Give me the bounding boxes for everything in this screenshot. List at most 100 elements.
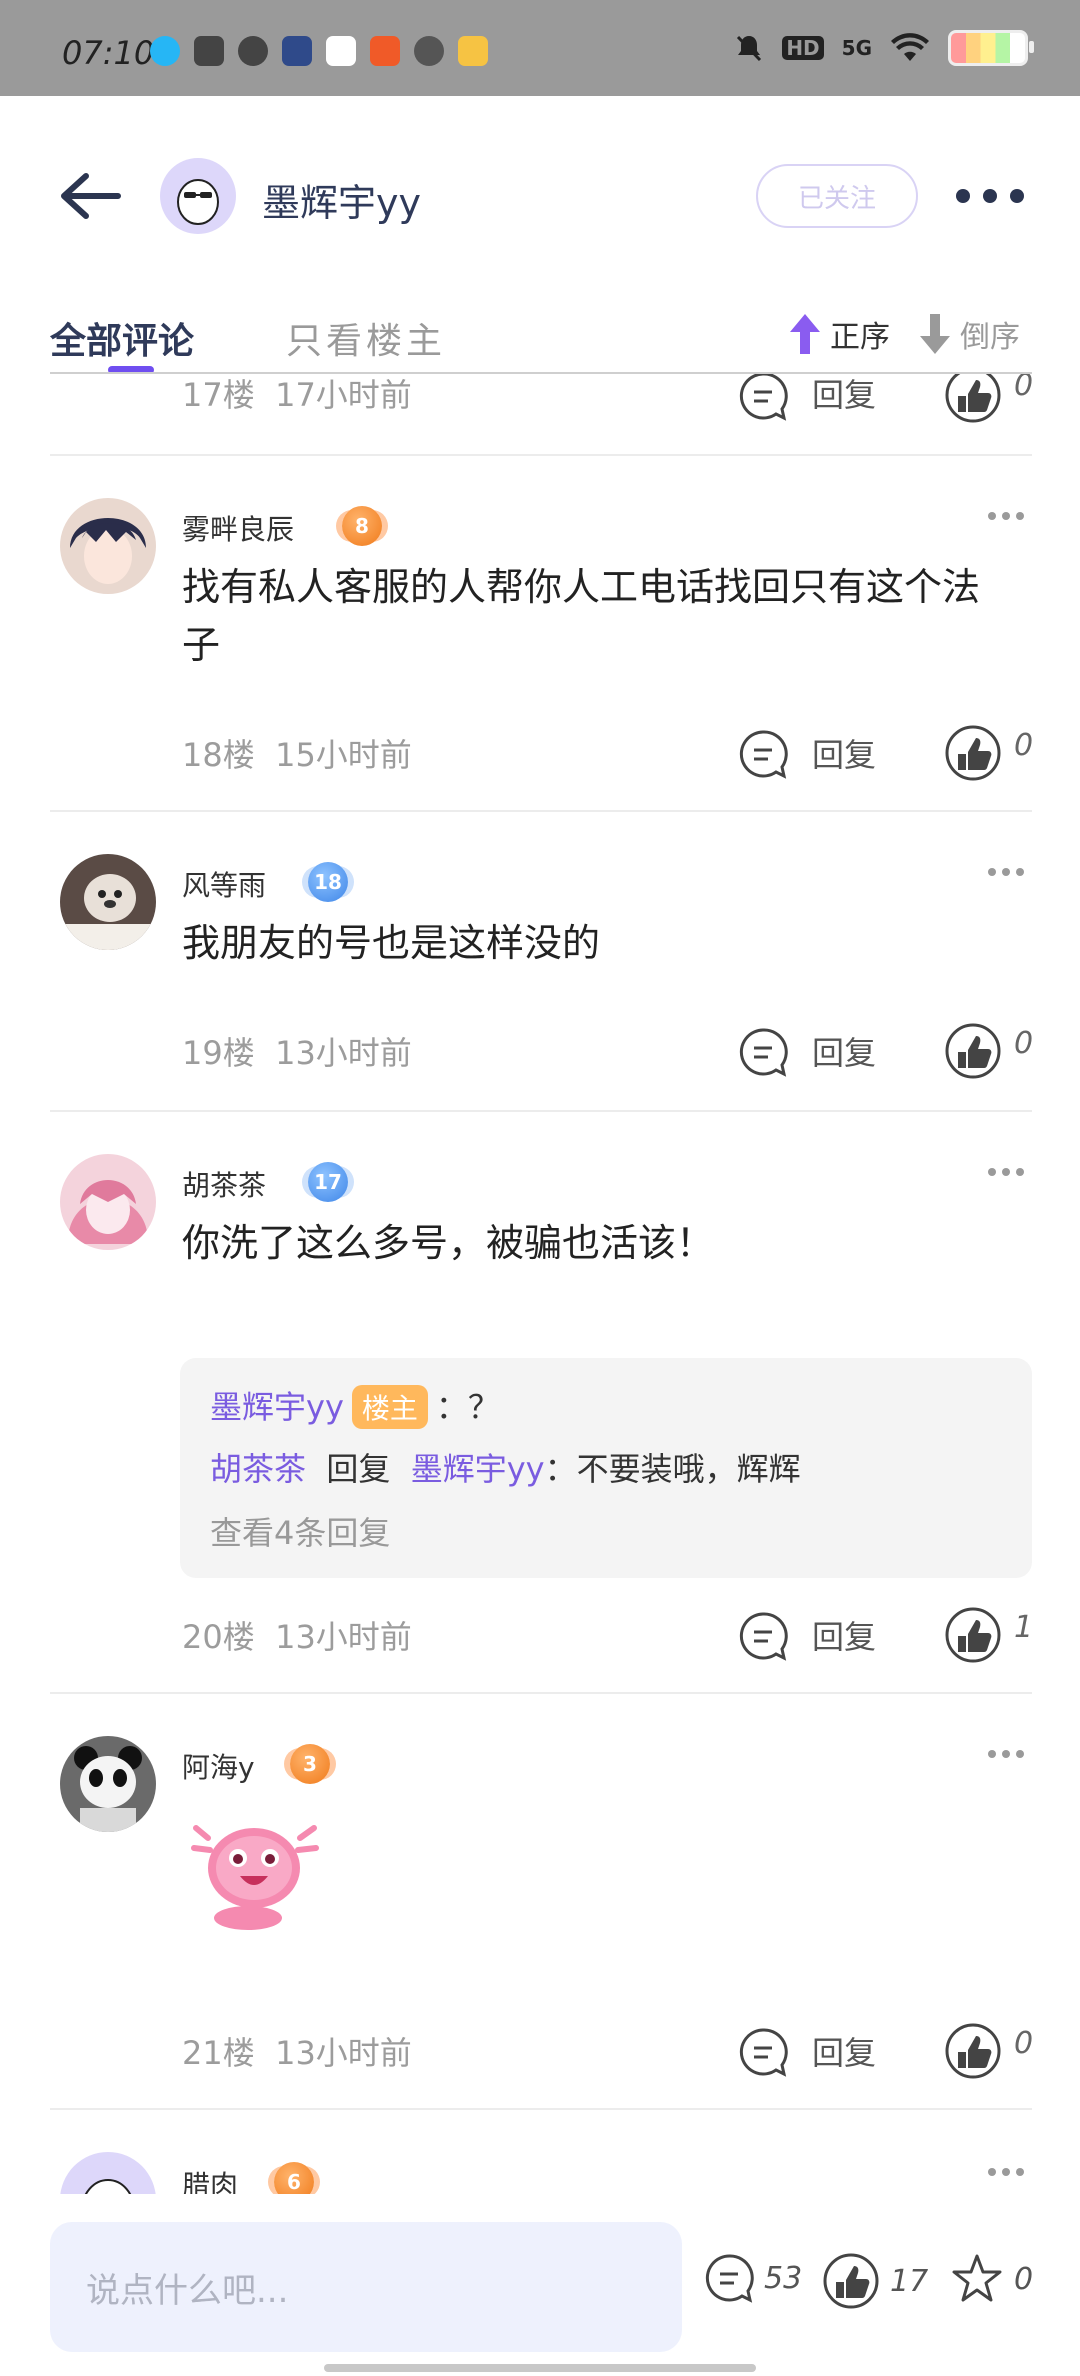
comment-meta: 18楼 15小时前 xyxy=(182,730,412,776)
sub-reply: 胡茶茶 回复 墨辉宇yy：不要装哦，辉辉 xyxy=(210,1444,801,1490)
dog-avatar-icon xyxy=(62,874,154,950)
comment-time: 13小时前 xyxy=(275,1034,412,1072)
comment-icon xyxy=(705,2254,754,2303)
comment-text: 我朋友的号也是这样没的 xyxy=(182,921,601,965)
comment-more-icon[interactable] xyxy=(988,512,1024,520)
wifi-icon xyxy=(891,33,929,61)
reply-button[interactable]: 回复 xyxy=(812,730,876,776)
mute-icon xyxy=(737,35,762,62)
status-time: 07:10 xyxy=(62,34,155,72)
comment-divider xyxy=(50,1110,1032,1112)
back-arrow-icon[interactable] xyxy=(52,166,124,226)
reply-button[interactable]: 回复 xyxy=(812,1612,876,1658)
comment-floor: 17楼 xyxy=(182,376,255,414)
comment-meta: 17楼 17小时前 xyxy=(182,374,412,416)
pink-axolotl-sticker[interactable] xyxy=(188,1798,324,1932)
reply-icon[interactable] xyxy=(738,728,790,780)
author-name[interactable]: 墨辉宇yy xyxy=(262,172,421,227)
level-badge: 18 xyxy=(308,862,348,902)
sort-ascending-button[interactable]: 正序 xyxy=(788,312,890,356)
sub-reply-verb: 回复 xyxy=(326,1450,391,1488)
user-avatar[interactable] xyxy=(60,1154,156,1250)
reply-icon[interactable] xyxy=(738,1610,790,1662)
comment-floor: 19楼 xyxy=(182,1034,255,1072)
app-icon xyxy=(194,36,224,66)
comment-floor: 20楼 xyxy=(182,1618,255,1656)
user-avatar[interactable] xyxy=(60,854,156,950)
user-name[interactable]: 风等雨 xyxy=(182,864,266,904)
signal-icon: 5G xyxy=(841,36,872,60)
reply-button[interactable]: 回复 xyxy=(812,1028,876,1074)
comment-more-icon[interactable] xyxy=(988,1750,1024,1758)
more-options-icon[interactable] xyxy=(956,182,1024,210)
like-count: 0 xyxy=(1014,374,1034,403)
level-badge: 8 xyxy=(342,506,382,546)
arrow-down-icon xyxy=(920,314,950,354)
comment-more-icon[interactable] xyxy=(988,1168,1024,1176)
arrow-up-icon xyxy=(790,314,820,354)
comment-more-icon[interactable] xyxy=(988,868,1024,876)
like-count: 0 xyxy=(1014,728,1034,763)
comment-input[interactable]: 说点什么吧... xyxy=(50,2222,682,2352)
home-indicator[interactable] xyxy=(324,2364,756,2372)
comment-time: 17小时前 xyxy=(275,376,412,414)
comments-count: 53 xyxy=(764,2260,803,2296)
likes-count-button[interactable]: 17 xyxy=(822,2252,928,2310)
user-avatar[interactable] xyxy=(60,1736,156,1832)
ghost-avatar-icon xyxy=(84,2179,132,2194)
user-name[interactable]: 雾畔良辰 xyxy=(182,508,294,548)
comment-divider xyxy=(50,810,1032,812)
tab-all-comments[interactable]: 全部评论 xyxy=(50,312,194,364)
comment-meta: 19楼 13小时前 xyxy=(182,1028,412,1074)
sub-reply-target[interactable]: 墨辉宇yy xyxy=(411,1450,545,1488)
follow-button[interactable]: 已关注 xyxy=(756,164,918,228)
level-badge: 6 xyxy=(274,2162,314,2194)
user-avatar[interactable] xyxy=(60,498,156,594)
comment-tabs: 全部评论 只看楼主 正序 倒序 xyxy=(0,296,1080,374)
comment-more-icon[interactable] xyxy=(988,2168,1024,2176)
comment-text: 你洗了这么多号，被骗也活该！ xyxy=(182,1221,715,1265)
sub-reply: 墨辉宇yy 楼主：？ xyxy=(210,1382,500,1429)
level-badge: 3 xyxy=(290,1744,330,1784)
like-icon xyxy=(823,2253,879,2309)
sort-descending-button[interactable]: 倒序 xyxy=(918,312,1020,356)
user-name[interactable]: 阿海y xyxy=(182,1746,255,1786)
reply-button[interactable]: 回复 xyxy=(812,374,876,416)
like-icon[interactable] xyxy=(944,374,1002,424)
user-name[interactable]: 胡茶茶 xyxy=(182,1164,266,1204)
like-count: 0 xyxy=(1014,1026,1034,1061)
like-icon[interactable] xyxy=(944,724,1002,782)
like-count: 0 xyxy=(1014,2026,1034,2061)
page-header: 墨辉宇yy 已关注 xyxy=(0,96,1080,296)
user-avatar[interactable] xyxy=(60,2152,156,2194)
ghost-avatar-icon xyxy=(177,179,219,225)
sub-reply-user[interactable]: 胡茶茶 xyxy=(210,1450,306,1488)
like-icon[interactable] xyxy=(944,1606,1002,1664)
sub-reply-user[interactable]: 墨辉宇yy xyxy=(210,1388,344,1426)
comment-meta: 20楼 13小时前 xyxy=(182,1612,412,1658)
reply-button[interactable]: 回复 xyxy=(812,2028,876,2074)
reply-icon[interactable] xyxy=(738,2026,790,2078)
comment-divider xyxy=(50,454,1032,456)
user-name[interactable]: 腊肉 xyxy=(182,2164,238,2194)
comments-count-button[interactable]: 53 xyxy=(704,2252,802,2304)
like-icon[interactable] xyxy=(944,1022,1002,1080)
favorite-button[interactable]: 0 xyxy=(950,2252,1033,2306)
anime-girl-avatar-icon xyxy=(67,1180,149,1244)
author-avatar[interactable] xyxy=(160,158,236,234)
likes-count: 17 xyxy=(890,2263,929,2299)
favorites-count: 0 xyxy=(1014,2261,1034,2297)
like-icon[interactable] xyxy=(944,2022,1002,2080)
sub-reply-text: ：不要装哦，辉辉 xyxy=(544,1450,801,1488)
comment-divider xyxy=(50,2108,1032,2110)
comment-floor: 21楼 xyxy=(182,2034,255,2072)
battery-icon xyxy=(948,30,1034,66)
tab-owner-only[interactable]: 只看楼主 xyxy=(286,312,446,364)
qq-icon xyxy=(150,36,180,66)
sub-reply-box[interactable]: 墨辉宇yy 楼主：？ 胡茶茶 回复 墨辉宇yy：不要装哦，辉辉 查看4条回复 xyxy=(180,1358,1032,1578)
reply-icon[interactable] xyxy=(738,1026,790,1078)
comment-list[interactable]: 17楼 17小时前 回复 0 雾畔良辰 8 找有私人客服的人帮你人工电话找回只有… xyxy=(0,374,1080,2194)
reply-icon[interactable] xyxy=(738,374,790,422)
view-more-replies-link[interactable]: 查看4条回复 xyxy=(210,1508,390,1554)
comment-divider xyxy=(50,1692,1032,1694)
